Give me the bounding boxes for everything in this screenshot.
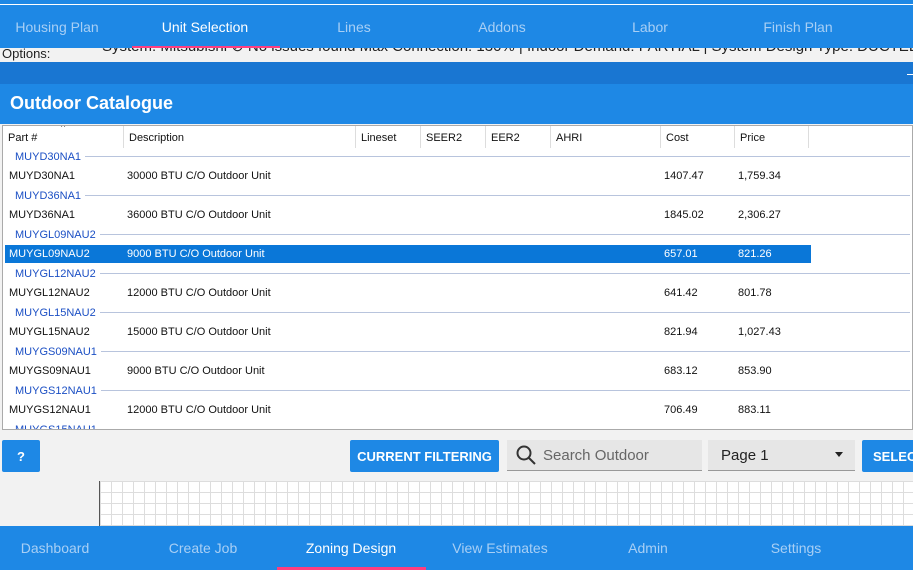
- cell-cost: 821.94: [664, 326, 698, 338]
- page-select[interactable]: Page 1: [708, 440, 855, 471]
- cell-description: 9000 BTU C/O Outdoor Unit: [127, 248, 265, 260]
- select-button[interactable]: SELECT: [862, 440, 913, 472]
- group-header-label: MUYGL15NAU2: [15, 306, 96, 319]
- nav-zoning-design[interactable]: Zoning Design: [306, 540, 396, 556]
- cell-part: MUYGS09NAU1: [9, 365, 91, 377]
- cell-price: 883.11: [738, 404, 771, 416]
- nav-settings[interactable]: Settings: [771, 540, 822, 556]
- options-label: Options:: [2, 46, 51, 61]
- cell-price: 2,306.27: [738, 209, 781, 221]
- cell-cost: 1407.47: [664, 170, 704, 182]
- catalogue-table[interactable]: ^ Part # Description Lineset SEER2 EER2 AHRI C…: [2, 125, 913, 430]
- group-header[interactable]: MUYGL12NAU2: [15, 264, 910, 283]
- cell-part: MUYGL09NAU2: [9, 248, 90, 260]
- group-divider: [85, 195, 910, 196]
- group-header-label: MUYD36NA1: [15, 189, 82, 202]
- cell-cost: 1845.02: [664, 209, 704, 221]
- page-select-value: Page 1: [721, 446, 769, 464]
- bottom-nav: Dashboard Create Job Zoning Design View Est…: [0, 526, 913, 570]
- cell-description: 9000 BTU C/O Outdoor Unit: [127, 365, 265, 377]
- chevron-down-icon: [835, 452, 843, 457]
- cell-cost: 683.12: [664, 365, 698, 377]
- tab-unit-selection[interactable]: Unit Selection: [162, 19, 248, 35]
- nav-dashboard[interactable]: Dashboard: [21, 540, 90, 556]
- column-header-cost[interactable]: Cost: [661, 126, 735, 148]
- group-header-label: MUYGS15NAU1: [15, 423, 97, 430]
- tab-housing-plan[interactable]: Housing Plan: [15, 19, 98, 35]
- cell-cost: 641.42: [664, 287, 698, 299]
- column-header-eer2[interactable]: EER2: [486, 126, 551, 148]
- active-tab-indicator: [132, 46, 280, 48]
- zoning-grid[interactable]: [99, 481, 913, 526]
- cell-part: MUYD36NA1: [9, 209, 76, 221]
- group-divider: [101, 429, 910, 430]
- table-row[interactable]: MUYD30NA1 30000 BTU C/O Outdoor Unit 1407.…: [5, 167, 811, 185]
- cell-part: MUYD30NA1: [9, 170, 76, 182]
- cell-description: 12000 BTU C/O Outdoor Unit: [127, 287, 271, 299]
- group-header[interactable]: MUYGS12NAU1: [15, 381, 910, 400]
- cell-price: 1,027.43: [738, 326, 781, 338]
- search-placeholder: Search Outdoor: [543, 446, 649, 464]
- column-header-description[interactable]: Description: [124, 126, 356, 148]
- table-row[interactable]: MUYGS12NAU1 12000 BTU C/O Outdoor Unit 706…: [5, 401, 811, 419]
- cell-description: 12000 BTU C/O Outdoor Unit: [127, 404, 271, 416]
- current-filtering-button[interactable]: CURRENT FILTERING: [350, 440, 499, 472]
- cell-price: 801.78: [738, 287, 772, 299]
- cell-cost: 657.01: [664, 248, 698, 260]
- system-status: System: Mitsubishi ⊘ No issues found Max…: [0, 40, 913, 62]
- cell-cost: 706.49: [664, 404, 698, 416]
- column-header-ahri[interactable]: AHRI: [551, 126, 661, 148]
- catalogue-title: Outdoor Catalogue: [0, 84, 913, 124]
- column-header-price[interactable]: Price: [735, 126, 809, 148]
- group-header-label: MUYGS12NAU1: [15, 384, 97, 397]
- group-header-label: MUYD30NA1: [15, 150, 82, 163]
- table-row[interactable]: MUYGL09NAU2 9000 BTU C/O Outdoor Unit 657.…: [5, 245, 811, 263]
- group-header-label: MUYGL12NAU2: [15, 267, 96, 280]
- cell-description: 30000 BTU C/O Outdoor Unit: [127, 170, 271, 182]
- column-header-seer2[interactable]: SEER2: [421, 126, 486, 148]
- group-header[interactable]: MUYGS09NAU1: [15, 342, 910, 361]
- group-divider: [100, 390, 910, 391]
- column-header-part[interactable]: Part #: [3, 126, 124, 148]
- minimize-icon[interactable]: [907, 74, 913, 75]
- search-icon: [516, 445, 536, 465]
- dialog-titlebar: [0, 62, 913, 84]
- group-divider: [99, 273, 910, 274]
- tab-lines[interactable]: Lines: [337, 19, 370, 35]
- tab-labor[interactable]: Labor: [632, 19, 668, 35]
- tab-addons[interactable]: Addons: [478, 19, 525, 35]
- cell-part: MUYGL15NAU2: [9, 326, 90, 338]
- cell-price: 821.26: [738, 248, 772, 260]
- group-header[interactable]: MUYGL09NAU2: [15, 225, 910, 244]
- table-row[interactable]: MUYD36NA1 36000 BTU C/O Outdoor Unit 1845.…: [5, 206, 811, 224]
- top-nav: Housing Plan Unit Selection Lines Addons Lab…: [0, 4, 913, 48]
- cell-description: 36000 BTU C/O Outdoor Unit: [127, 209, 271, 221]
- group-divider: [99, 234, 910, 235]
- column-header-lineset[interactable]: Lineset: [356, 126, 421, 148]
- group-header[interactable]: MUYD36NA1: [15, 186, 910, 205]
- cell-part: MUYGS12NAU1: [9, 404, 91, 416]
- search-input[interactable]: Search Outdoor: [507, 440, 702, 471]
- group-divider: [100, 351, 910, 352]
- tab-finish-plan[interactable]: Finish Plan: [763, 19, 832, 35]
- table-row[interactable]: MUYGL15NAU2 15000 BTU C/O Outdoor Unit 821…: [5, 323, 811, 341]
- cell-price: 1,759.34: [738, 170, 781, 182]
- group-header[interactable]: MUYD30NA1: [15, 147, 910, 166]
- nav-create-job[interactable]: Create Job: [169, 540, 237, 556]
- group-header-label: MUYGL09NAU2: [15, 228, 96, 241]
- group-divider: [85, 156, 910, 157]
- cell-part: MUYGL12NAU2: [9, 287, 90, 299]
- table-row[interactable]: MUYGL12NAU2 12000 BTU C/O Outdoor Unit 641…: [5, 284, 811, 302]
- help-button[interactable]: ?: [2, 440, 40, 472]
- group-divider: [99, 312, 910, 313]
- cell-description: 15000 BTU C/O Outdoor Unit: [127, 326, 271, 338]
- group-header[interactable]: MUYGS15NAU1: [15, 420, 910, 430]
- table-row[interactable]: MUYGS09NAU1 9000 BTU C/O Outdoor Unit 683.…: [5, 362, 811, 380]
- nav-view-estimates[interactable]: View Estimates: [452, 540, 547, 556]
- cell-price: 853.90: [738, 365, 772, 377]
- nav-admin[interactable]: Admin: [628, 540, 668, 556]
- group-header-label: MUYGS09NAU1: [15, 345, 97, 358]
- group-header[interactable]: MUYGL15NAU2: [15, 303, 910, 322]
